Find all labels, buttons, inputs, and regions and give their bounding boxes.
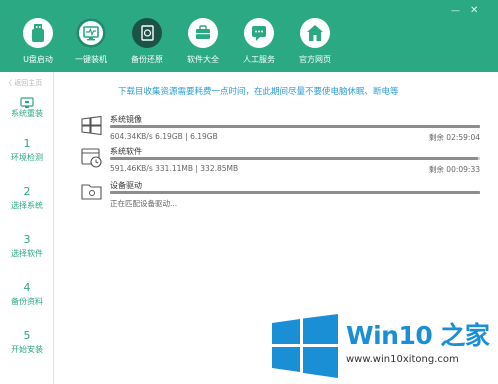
task-remaining-time: 剩余 02:59:04 (428, 133, 480, 142)
backup-restore-icon (132, 18, 162, 48)
progress-fill (110, 125, 480, 128)
nav-customer-service[interactable]: 人工服务 (229, 18, 289, 70)
step-number: 5 (23, 329, 31, 342)
sidebar-step-environment-check: 1 环境检测 (0, 138, 54, 163)
step-sidebar: 〈 返回主页 系统重装 1 环境检测 2 选择系统 3 选择软件 4 备份资料 … (0, 72, 54, 384)
nav-software[interactable]: 软件大全 (173, 18, 233, 70)
watermark: Win10 之家 www.win10xitong.com (262, 312, 498, 384)
step-label: 备份资料 (11, 297, 43, 306)
sidebar-step-select-software: 3 选择软件 (0, 234, 54, 259)
step-number: 2 (23, 185, 31, 198)
nav-label: 备份还原 (131, 55, 163, 64)
chat-bubble-icon (244, 18, 274, 48)
task-remaining-time: 剩余 00:09:33 (428, 165, 480, 174)
nav-backup-restore[interactable]: 备份还原 (117, 18, 177, 70)
step-label: 环境检测 (11, 153, 43, 162)
nav-official-site[interactable]: 官方网页 (285, 18, 345, 70)
step-number: 4 (23, 281, 31, 294)
progress-fill (110, 157, 479, 160)
progress-fill (110, 191, 480, 194)
task-system-image: 系统镜像 604.34KB/s 6.19GB | 6.19GB 剩余 02:59… (80, 114, 480, 148)
progress-bar (110, 191, 480, 194)
step-label: 选择软件 (11, 249, 43, 258)
step-label: 选择系统 (11, 201, 43, 210)
step-label: 开始安装 (11, 345, 43, 354)
task-transfer-info: 604.34KB/s 6.19GB | 6.19GB (110, 132, 218, 141)
sidebar-step-start-install: 5 开始安装 (0, 330, 54, 355)
progress-bar (110, 125, 480, 128)
nav-label: 人工服务 (243, 55, 275, 64)
watermark-url: www.win10xitong.com (346, 354, 459, 365)
sidebar-item-system-reinstall: 系统重装 (0, 94, 54, 119)
nav-label: 软件大全 (187, 55, 219, 64)
task-transfer-info: 正在匹配设备驱动... (110, 199, 178, 208)
task-system-software: 系统软件 591.46KB/s 331.11MB | 332.85MB 剩余 0… (80, 146, 480, 180)
nav-label: U盘启动 (23, 55, 53, 64)
driver-folder-icon (80, 180, 104, 204)
home-icon (300, 18, 330, 48)
task-name: 设备驱动 (110, 181, 142, 190)
monitor-icon (76, 18, 106, 48)
system-reinstall-icon (20, 94, 34, 108)
sidebar-step-backup-data: 4 备份资料 (0, 282, 54, 307)
minimize-button[interactable]: — (451, 6, 460, 16)
back-home-link[interactable]: 〈 返回主页 (5, 78, 42, 88)
task-name: 系统软件 (110, 147, 142, 156)
task-transfer-info: 591.46KB/s 331.11MB | 332.85MB (110, 164, 239, 173)
step-number: 1 (23, 137, 31, 150)
nav-label: 一键装机 (75, 55, 107, 64)
progress-bar (110, 157, 480, 160)
task-name: 系统镜像 (110, 115, 142, 124)
sidebar-item-label: 系统重装 (11, 109, 43, 118)
nav-one-click-install[interactable]: 一键装机 (61, 18, 121, 70)
download-notice: 下载目收集资源需要耗费一点时间，在此期间尽量不要使电脑休眠、断电等 (118, 87, 399, 97)
close-button[interactable]: ✕ (470, 6, 478, 16)
usb-drive-icon (23, 18, 53, 48)
briefcase-icon (188, 18, 218, 48)
software-clock-icon (80, 146, 104, 170)
windows-logo-icon (80, 114, 104, 138)
task-device-driver: 设备驱动 正在匹配设备驱动... (80, 180, 480, 214)
watermark-title: Win10 之家 (346, 321, 490, 350)
header-bar: — ✕ U盘启动 一键装机 备份还原 软件大全 人工服务 官方网页 (0, 0, 498, 72)
sidebar-step-select-system: 2 选择系统 (0, 186, 54, 211)
nav-usb-boot[interactable]: U盘启动 (8, 18, 68, 70)
step-number: 3 (23, 233, 31, 246)
windows-logo-icon (270, 314, 340, 378)
nav-label: 官方网页 (299, 55, 331, 64)
